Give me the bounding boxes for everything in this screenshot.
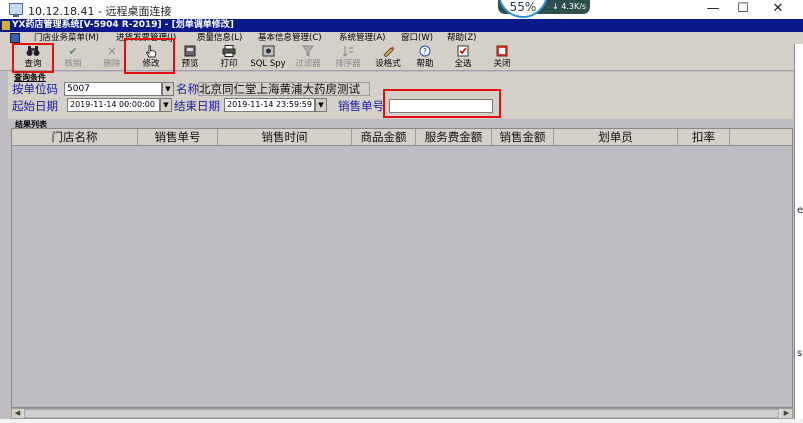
scroll-thumb[interactable] <box>24 409 779 418</box>
network-usage-badge[interactable]: 55% <box>498 0 548 18</box>
delete-label: 删除 <box>103 59 121 69</box>
sorter-button[interactable]: 排序器 <box>330 45 366 70</box>
start-date-input[interactable]: 2019-11-14 00:00:00 <box>67 98 160 112</box>
col-sale-time[interactable]: 销售时间 <box>218 129 352 146</box>
app-icon <box>2 21 10 30</box>
network-percent: 55% <box>509 0 537 14</box>
sale-no-input[interactable] <box>389 99 493 113</box>
app-title-bar: YX药店管理系统[V-5904 R-2019] - [划单调单修改] <box>0 19 803 32</box>
app-title: YX药店管理系统[V-5904 R-2019] - [划单调单修改] <box>12 20 234 30</box>
scroll-right-icon[interactable]: ▶ <box>781 409 792 418</box>
store-code-label: 按单位码 <box>12 82 58 96</box>
col-clerk[interactable]: 划单员 <box>554 129 678 146</box>
menu-store-business[interactable]: 门店业务菜单(M) <box>34 32 99 44</box>
modify-button[interactable]: 修改 <box>134 45 168 70</box>
remote-desktop-window: 10.12.18.41 - 远程桌面连接 — ☐ ✕ 55% ↓ 4.3K/s … <box>0 0 803 423</box>
help-icon: ? <box>410 45 440 59</box>
end-date-input[interactable]: 2019-11-14 23:59:59 <box>224 98 315 112</box>
select-all-button[interactable]: 全选 <box>447 45 479 70</box>
sql-spy-button[interactable]: SQL Spy <box>250 45 286 70</box>
store-code-input[interactable]: 5007 <box>64 82 162 96</box>
menu-system-admin[interactable]: 系统管理(A) <box>339 32 385 44</box>
horizontal-scrollbar[interactable]: ◀ ▶ <box>11 408 793 419</box>
grid-header: 门店名称 销售单号 销售时间 商品金额 服务费金额 销售金额 划单员 扣率 <box>12 129 792 146</box>
remote-desktop-icon <box>9 3 23 17</box>
chevron-down-icon: ▼ <box>163 101 169 109</box>
filter-button[interactable]: 过滤器 <box>290 45 326 70</box>
mdi-child-icon[interactable] <box>10 33 20 43</box>
select-all-label: 全选 <box>454 59 472 69</box>
col-service-fee[interactable]: 服务费金额 <box>416 129 492 146</box>
svg-text:?: ? <box>423 47 427 56</box>
minimize-button[interactable]: — <box>700 1 726 17</box>
toolbar: 查询 ✔ 核销 ✕ 删除 修改 预览 打印 SQL Spy 过滤器 排序器 设格… <box>0 44 803 71</box>
col-sale-no[interactable]: 销售单号 <box>138 129 218 146</box>
col-sale-amount[interactable]: 销售金额 <box>492 129 554 146</box>
chevron-down-icon: ▼ <box>318 101 324 109</box>
chevron-down-icon: ▼ <box>165 85 171 93</box>
sql-spy-icon <box>250 45 286 59</box>
filter-label: 过滤器 <box>295 59 321 69</box>
delete-x-icon: ✕ <box>107 45 117 58</box>
menu-help[interactable]: 帮助(Z) <box>447 32 476 44</box>
menu-window[interactable]: 窗口(W) <box>401 32 433 44</box>
format-label: 设格式 <box>375 59 401 69</box>
print-label: 打印 <box>220 59 238 69</box>
query-panel: 查询条件 按单位码 5007 ▼ 名称 北京同仁堂上海黄浦大药房测试 起始日期 … <box>8 72 793 119</box>
store-code-dropdown[interactable]: ▼ <box>162 82 174 96</box>
hand-pointer-icon <box>134 45 168 59</box>
end-date-dropdown[interactable]: ▼ <box>315 98 327 112</box>
preview-icon <box>173 45 207 59</box>
query-button[interactable]: 查询 <box>14 45 52 70</box>
start-date-label: 起始日期 <box>12 99 58 113</box>
close-label: 关闭 <box>493 59 511 69</box>
name-label: 名称 <box>176 82 199 96</box>
start-date-dropdown[interactable]: ▼ <box>160 98 172 112</box>
exit-icon <box>486 45 518 59</box>
printer-icon <box>212 45 246 59</box>
binoculars-icon <box>14 45 52 59</box>
modify-label: 修改 <box>142 59 160 69</box>
edge-char-1: e <box>797 205 803 216</box>
check-icon: ✔ <box>68 45 78 58</box>
delete-button[interactable]: ✕ 删除 <box>95 45 129 70</box>
network-speed: ↓ 4.3K/s <box>552 2 587 11</box>
close-window-button[interactable]: 关闭 <box>486 45 518 70</box>
store-name-value: 北京同仁堂上海黄浦大药房测试 <box>198 82 370 96</box>
verify-button[interactable]: ✔ 核销 <box>56 45 90 70</box>
funnel-icon <box>290 45 326 59</box>
end-date-label: 结束日期 <box>174 99 220 113</box>
preview-button[interactable]: 预览 <box>173 45 207 70</box>
print-button[interactable]: 打印 <box>212 45 246 70</box>
results-grid[interactable]: 门店名称 销售单号 销售时间 商品金额 服务费金额 销售金额 划单员 扣率 <box>11 128 793 408</box>
help-button[interactable]: ? 帮助 <box>410 45 440 70</box>
sort-icon <box>330 45 366 59</box>
right-edge-panel <box>794 44 803 423</box>
menu-basic-info[interactable]: 基本信息管理(C) <box>258 32 322 44</box>
maximize-button[interactable]: ☐ <box>730 1 756 17</box>
scroll-left-icon[interactable]: ◀ <box>12 409 23 418</box>
query-label: 查询 <box>24 59 42 69</box>
col-goods-amount[interactable]: 商品金额 <box>352 129 416 146</box>
edge-char-2: s <box>797 348 803 359</box>
sorter-label: 排序器 <box>335 59 361 69</box>
col-discount[interactable]: 扣率 <box>678 129 730 146</box>
menu-purchase-invoice[interactable]: 进货发票管理(J) <box>116 32 176 44</box>
verify-label: 核销 <box>64 59 82 69</box>
menu-quality-info[interactable]: 质量信息(L) <box>197 32 242 44</box>
bottom-strip <box>0 419 803 423</box>
sql-spy-label: SQL Spy <box>250 59 286 69</box>
menu-bar: 门店业务菜单(M) 进货发票管理(J) 质量信息(L) 基本信息管理(C) 系统… <box>0 32 803 44</box>
format-button[interactable]: 设格式 <box>370 45 406 70</box>
rdp-title: 10.12.18.41 - 远程桌面连接 <box>28 5 172 18</box>
preview-label: 预览 <box>181 59 199 69</box>
close-button[interactable]: ✕ <box>765 1 791 17</box>
rdp-title-bar: 10.12.18.41 - 远程桌面连接 — ☐ ✕ <box>0 0 803 19</box>
help-label: 帮助 <box>416 59 434 69</box>
sale-no-label: 销售单号 <box>338 99 384 113</box>
checkbox-icon <box>447 45 479 59</box>
col-store-name[interactable]: 门店名称 <box>12 129 138 146</box>
pencil-icon <box>370 45 406 59</box>
